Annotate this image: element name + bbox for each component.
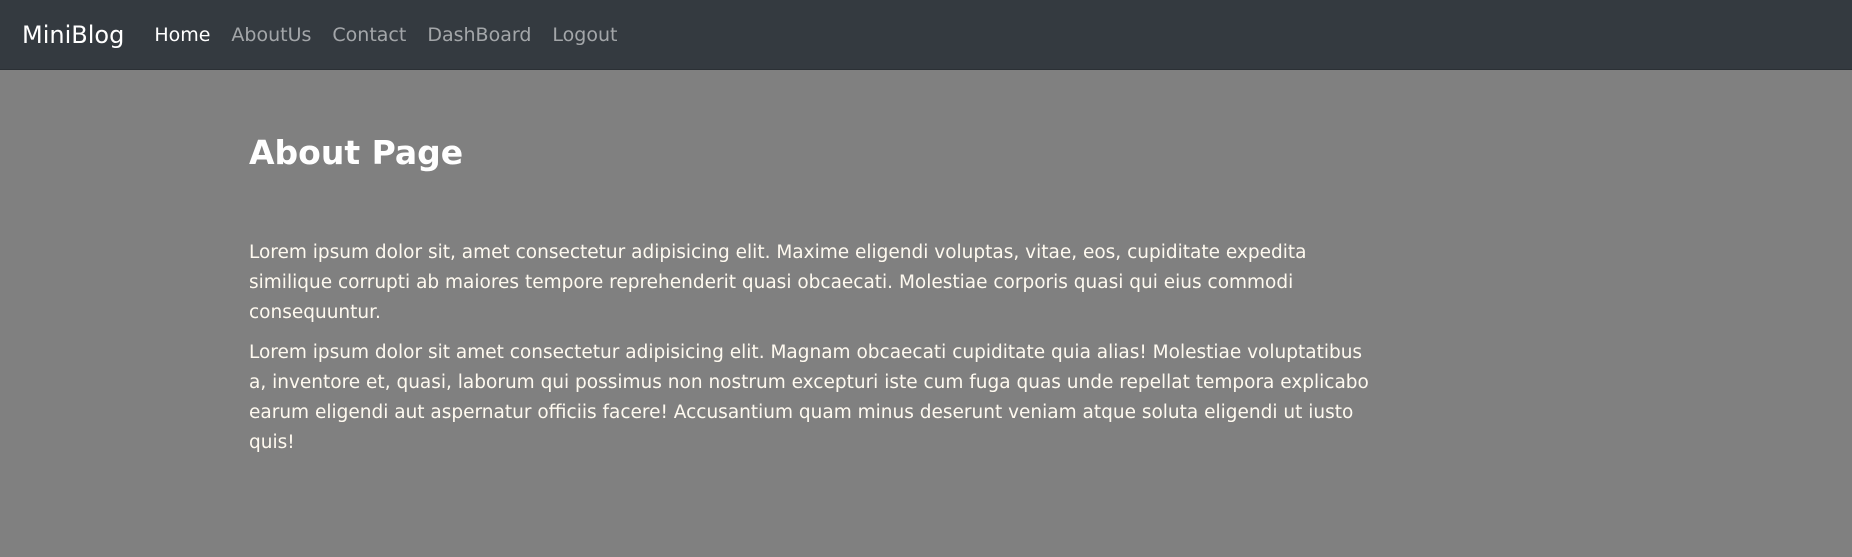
nav-links: Home AboutUs Contact DashBoard Logout	[154, 24, 638, 46]
nav-link-logout[interactable]: Logout	[552, 24, 617, 46]
about-paragraph-1: Lorem ipsum dolor sit, amet consectetur …	[249, 241, 1307, 323]
about-paragraph-2: Lorem ipsum dolor sit amet consectetur a…	[249, 341, 1369, 453]
brand-link[interactable]: MiniBlog	[22, 21, 124, 49]
nav-link-aboutus[interactable]: AboutUs	[231, 24, 311, 46]
page-title: About Page	[249, 133, 464, 172]
main-content: About Page Lorem ipsum dolor sit, amet c…	[0, 70, 1379, 458]
navbar: MiniBlog Home AboutUs Contact DashBoard …	[0, 0, 1852, 70]
nav-link-contact[interactable]: Contact	[332, 24, 406, 46]
nav-link-dashboard[interactable]: DashBoard	[427, 24, 531, 46]
nav-link-home[interactable]: Home	[154, 24, 210, 46]
